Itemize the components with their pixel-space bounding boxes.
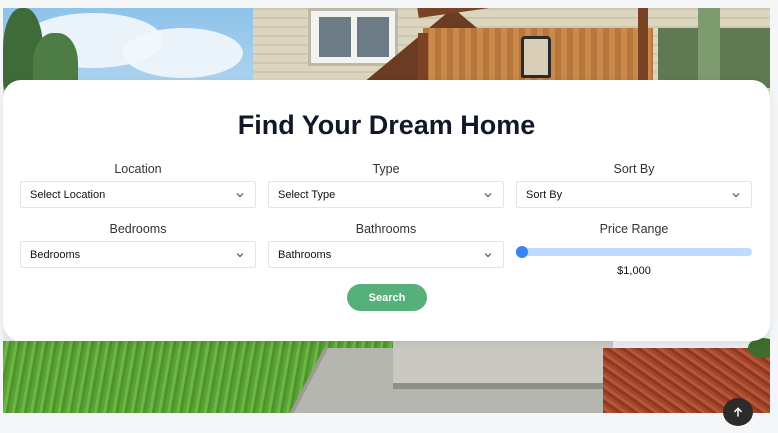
bedrooms-field: Bedrooms Bedrooms bbox=[20, 221, 256, 268]
bedrooms-select-value: Bedrooms bbox=[30, 248, 81, 261]
search-button[interactable]: Search bbox=[347, 284, 427, 311]
location-label: Location bbox=[114, 162, 162, 176]
price-range-label: Price Range bbox=[599, 222, 669, 236]
bathrooms-select-value: Bathrooms bbox=[278, 248, 332, 261]
chevron-down-icon bbox=[483, 190, 493, 200]
location-select-value: Select Location bbox=[30, 188, 106, 201]
price-range-thumb[interactable] bbox=[516, 246, 528, 258]
arrow-up-icon bbox=[734, 407, 742, 417]
price-range-slider[interactable] bbox=[516, 243, 752, 265]
chevron-down-icon bbox=[483, 250, 493, 260]
search-card: Find Your Dream Home Location Select Loc… bbox=[3, 80, 770, 341]
sort-label: Sort By bbox=[613, 162, 655, 176]
chevron-down-icon bbox=[235, 190, 245, 200]
chevron-down-icon bbox=[731, 190, 741, 200]
bedrooms-select[interactable]: Bedrooms bbox=[20, 241, 256, 268]
page-title: Find Your Dream Home bbox=[237, 110, 536, 140]
type-select-value: Select Type bbox=[278, 188, 336, 201]
type-field: Type Select Type bbox=[268, 161, 504, 208]
sort-field: Sort By Sort By bbox=[516, 161, 752, 208]
bathrooms-select[interactable]: Bathrooms bbox=[268, 241, 504, 268]
location-select[interactable]: Select Location bbox=[20, 181, 256, 208]
bedrooms-label: Bedrooms bbox=[109, 222, 167, 236]
location-field: Location Select Location bbox=[20, 161, 256, 208]
chevron-down-icon bbox=[235, 250, 245, 260]
price-range-field: Price Range $1,000 bbox=[516, 221, 752, 277]
scroll-to-top-button[interactable] bbox=[723, 398, 753, 426]
sort-select[interactable]: Sort By bbox=[516, 181, 752, 208]
bathrooms-label: Bathrooms bbox=[355, 222, 417, 236]
type-select[interactable]: Select Type bbox=[268, 181, 504, 208]
sort-select-value: Sort By bbox=[526, 188, 563, 201]
price-range-track[interactable] bbox=[516, 248, 752, 256]
price-range-value: $1,000 bbox=[617, 265, 651, 277]
type-label: Type bbox=[372, 162, 400, 176]
bathrooms-field: Bathrooms Bathrooms bbox=[268, 221, 504, 268]
